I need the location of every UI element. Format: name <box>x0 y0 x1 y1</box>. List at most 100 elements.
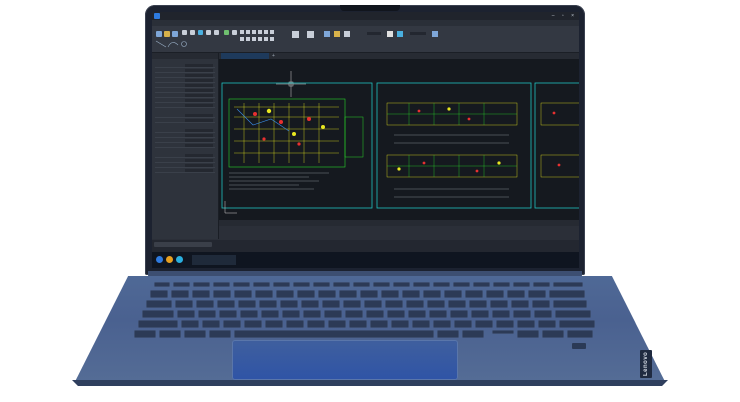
key[interactable] <box>276 290 294 298</box>
property-value[interactable] <box>185 98 213 102</box>
key[interactable] <box>538 320 556 328</box>
key[interactable] <box>433 282 450 287</box>
property-value[interactable] <box>185 128 213 132</box>
key[interactable] <box>408 310 426 318</box>
key[interactable] <box>406 300 424 308</box>
property-value[interactable] <box>185 83 213 87</box>
command-tab[interactable] <box>154 242 212 247</box>
key[interactable] <box>517 320 535 328</box>
key[interactable] <box>345 310 363 318</box>
windows-key[interactable] <box>184 330 206 338</box>
key[interactable] <box>313 282 330 287</box>
start-button-icon[interactable] <box>156 256 163 263</box>
key[interactable] <box>387 310 405 318</box>
property-value[interactable] <box>185 138 213 142</box>
key[interactable] <box>196 300 214 308</box>
window-controls[interactable]: – ▫ × <box>552 13 577 19</box>
key[interactable] <box>444 290 462 298</box>
key[interactable] <box>532 300 550 308</box>
key[interactable] <box>454 320 472 328</box>
key[interactable] <box>391 320 409 328</box>
key[interactable] <box>244 320 262 328</box>
key[interactable] <box>293 282 310 287</box>
key[interactable] <box>280 300 298 308</box>
key[interactable] <box>486 290 504 298</box>
tab-key[interactable] <box>146 300 172 308</box>
property-value[interactable] <box>185 73 213 77</box>
property-row[interactable] <box>155 168 215 173</box>
alt-key[interactable] <box>209 330 231 338</box>
key[interactable] <box>349 320 367 328</box>
touchpad[interactable] <box>232 340 458 380</box>
property-value[interactable] <box>185 143 213 147</box>
key[interactable] <box>171 290 189 298</box>
arrow-right-key[interactable] <box>567 330 593 338</box>
property-row[interactable] <box>155 143 215 148</box>
key[interactable] <box>307 320 325 328</box>
key[interactable] <box>402 290 420 298</box>
key[interactable] <box>193 282 210 287</box>
key[interactable] <box>353 282 370 287</box>
property-row[interactable] <box>155 118 215 123</box>
arrow-down-key[interactable] <box>542 330 564 338</box>
key[interactable] <box>240 310 258 318</box>
key[interactable] <box>213 282 230 287</box>
arrow-left-key[interactable] <box>517 330 539 338</box>
key[interactable] <box>318 290 336 298</box>
key[interactable] <box>553 282 583 287</box>
key[interactable] <box>429 310 447 318</box>
key[interactable] <box>322 300 340 308</box>
key[interactable] <box>253 282 270 287</box>
key[interactable] <box>427 300 445 308</box>
key[interactable] <box>471 310 489 318</box>
app-logo-icon[interactable] <box>154 13 160 19</box>
key[interactable] <box>370 320 388 328</box>
property-value[interactable] <box>185 168 213 172</box>
key[interactable] <box>192 290 210 298</box>
key[interactable] <box>259 300 277 308</box>
keyboard[interactable] <box>132 282 608 338</box>
key[interactable] <box>181 320 199 328</box>
key[interactable] <box>343 300 361 308</box>
key[interactable] <box>373 282 390 287</box>
key[interactable] <box>507 290 525 298</box>
right-shift-key[interactable] <box>559 320 595 328</box>
enter-key[interactable] <box>555 310 591 318</box>
key[interactable] <box>177 310 195 318</box>
property-value[interactable] <box>185 153 213 157</box>
key[interactable] <box>255 290 273 298</box>
spacebar[interactable] <box>234 330 434 338</box>
property-value[interactable] <box>185 78 213 82</box>
fn-key[interactable] <box>134 330 156 338</box>
alt-gr-key[interactable] <box>437 330 459 338</box>
key[interactable] <box>412 320 430 328</box>
key[interactable] <box>213 290 231 298</box>
backspace-key[interactable] <box>549 290 585 298</box>
property-value[interactable] <box>185 158 213 162</box>
key[interactable] <box>234 290 252 298</box>
ribbon-icons[interactable] <box>152 27 579 51</box>
key[interactable] <box>175 300 193 308</box>
key[interactable] <box>473 282 490 287</box>
key[interactable] <box>202 320 220 328</box>
key[interactable] <box>198 310 216 318</box>
key[interactable] <box>154 282 170 287</box>
key[interactable] <box>448 300 466 308</box>
key[interactable] <box>303 310 321 318</box>
taskbar-app-icon[interactable] <box>166 256 173 263</box>
key[interactable] <box>493 282 510 287</box>
key[interactable] <box>238 300 256 308</box>
key[interactable] <box>233 282 250 287</box>
key[interactable] <box>217 300 235 308</box>
fingerprint-reader[interactable] <box>572 343 586 349</box>
key[interactable] <box>286 320 304 328</box>
key[interactable] <box>282 310 300 318</box>
property-value[interactable] <box>185 68 213 72</box>
ctrl-key[interactable] <box>159 330 181 338</box>
key[interactable] <box>492 310 510 318</box>
caps-lock-key[interactable] <box>142 310 174 318</box>
key[interactable] <box>490 300 508 308</box>
property-row[interactable] <box>155 103 215 108</box>
key[interactable] <box>333 282 350 287</box>
key[interactable] <box>528 290 546 298</box>
